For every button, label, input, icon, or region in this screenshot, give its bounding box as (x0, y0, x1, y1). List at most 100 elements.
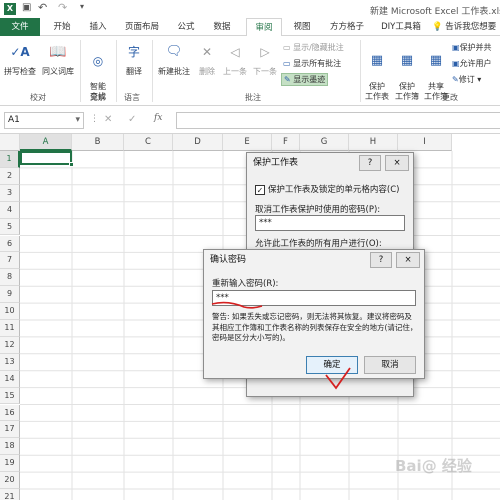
smart-lookup-icon: ◎ (92, 54, 104, 68)
allow-users-button[interactable]: ▣允许用户 (452, 58, 492, 69)
protect-share-label: 保护并共 (459, 43, 492, 52)
name-box-dropdown-icon[interactable]: ▾ (75, 113, 80, 128)
row-header[interactable]: 19 (0, 455, 20, 473)
protect-sheet-button[interactable]: ▦ 保护 工作表 (363, 40, 391, 112)
protect-dialog-help-button[interactable]: ? (359, 155, 381, 171)
title-bar: X ▣ ↶ ↷ ▾ 新建 Microsoft Excel 工作表.xlsx (0, 0, 500, 18)
column-header[interactable]: B (72, 134, 124, 151)
allow-users-label: 允许用户 (459, 59, 492, 68)
row-header[interactable]: 10 (0, 303, 20, 320)
column-header[interactable]: F (272, 134, 300, 151)
tab-page-layout[interactable]: 页面布局 (118, 18, 166, 36)
name-box-value: A1 (8, 115, 20, 125)
protect-workbook-button[interactable]: ▦ 保护 工作簿 (393, 40, 421, 112)
translate-button[interactable]: 字 翻译 (120, 40, 148, 77)
protect-password-label: 取消工作表保护时使用的密码(P): (255, 205, 381, 215)
column-header[interactable]: C (124, 134, 173, 151)
reenter-password-input[interactable]: *** (212, 290, 416, 306)
row-header[interactable]: 11 (0, 320, 20, 337)
ribbon: ✓A 拼写检查 📖 同义词库 校对 ◎ 智能 查找 见解 字 翻译 语言 🗨 新… (0, 36, 500, 106)
thesaurus-button[interactable]: 📖 同义词库 (40, 40, 76, 77)
row-header[interactable]: 20 (0, 472, 20, 489)
allow-users-icon: ▣ (452, 59, 460, 68)
confirm-dialog-help-button[interactable]: ? (370, 252, 392, 268)
column-header[interactable]: A (20, 134, 72, 151)
comments-group-label: 批注 (245, 93, 261, 102)
next-comment-button[interactable]: ▷ 下一条 (251, 40, 279, 77)
lightbulb-icon: 💡 (432, 22, 443, 32)
spell-check-button[interactable]: ✓A 拼写检查 (2, 40, 38, 77)
show-all-comments-button[interactable]: ▭ 显示所有批注 (283, 58, 341, 69)
tab-view[interactable]: 视图 (286, 18, 318, 36)
tab-review[interactable]: 审阅 (246, 18, 282, 36)
protect-sheet-checkbox[interactable]: ✓ (255, 184, 265, 195)
tab-data[interactable]: 数据 (206, 18, 238, 36)
delete-comment-button[interactable]: ✕ 删除 (195, 40, 219, 77)
show-hide-comment-button[interactable]: ▭ 显示/隐藏批注 (283, 42, 344, 53)
fill-handle[interactable] (69, 162, 74, 167)
formula-input[interactable] (176, 112, 500, 129)
delete-comment-icon: ✕ (201, 45, 213, 59)
undo-icon[interactable]: ↶ (38, 1, 47, 14)
column-header[interactable]: E (223, 134, 272, 151)
save-icon[interactable]: ▣ (22, 2, 31, 13)
previous-comment-label: 上一条 (223, 67, 247, 76)
column-header[interactable]: G (300, 134, 349, 151)
row-header[interactable]: 14 (0, 370, 20, 388)
row-header[interactable]: 16 (0, 404, 20, 422)
name-box[interactable]: A1 ▾ (4, 112, 84, 129)
confirm-entry-icon[interactable]: ✓ (128, 114, 136, 125)
row-header[interactable]: 17 (0, 421, 20, 439)
protect-dialog-close-button[interactable]: × (385, 155, 409, 171)
confirm-dialog-close-button[interactable]: × (396, 252, 420, 268)
tab-home[interactable]: 开始 (46, 18, 78, 36)
column-header[interactable]: H (349, 134, 398, 151)
row-header[interactable]: 5 (0, 218, 20, 236)
select-all-corner[interactable] (0, 134, 20, 151)
ribbon-separator (116, 40, 117, 102)
row-header[interactable]: 1 (0, 151, 20, 168)
new-comment-button[interactable]: 🗨 新建批注 (155, 40, 193, 77)
insert-function-icon[interactable]: fx (154, 113, 162, 123)
protect-sheet-checkbox-row[interactable]: ✓ 保护工作表及锁定的单元格内容(C) (255, 183, 399, 195)
row-header[interactable]: 9 (0, 286, 20, 304)
row-header[interactable]: 6 (0, 235, 20, 253)
tab-fangfang[interactable]: 方方格子 (324, 18, 370, 36)
row-header[interactable]: 8 (0, 269, 20, 287)
show-hide-comment-icon: ▭ (283, 43, 291, 52)
track-changes-icon: ✎ (452, 75, 459, 84)
row-header[interactable]: 15 (0, 387, 20, 405)
tab-file[interactable]: 文件 (0, 18, 40, 36)
row-header[interactable]: 3 (0, 184, 20, 202)
column-header[interactable]: I (398, 134, 452, 151)
row-header[interactable]: 2 (0, 167, 20, 185)
row-header[interactable]: 4 (0, 201, 20, 219)
cancel-entry-icon[interactable]: ✕ (104, 114, 112, 125)
reenter-password-label: 重新输入密码(R): (212, 279, 279, 289)
cancel-button[interactable]: 取消 (364, 356, 416, 374)
delete-comment-label: 删除 (199, 67, 215, 76)
protect-workbook-label: 保护 工作簿 (395, 82, 419, 101)
row-header[interactable]: 12 (0, 336, 20, 354)
show-ink-button[interactable]: ✎ 显示墨迹 (281, 73, 329, 86)
protect-password-input[interactable]: *** (255, 215, 405, 231)
row-header[interactable]: 7 (0, 252, 20, 270)
row-header[interactable]: 18 (0, 438, 20, 456)
tell-me-box[interactable]: 💡 告诉我您想要 (432, 18, 500, 36)
ok-button[interactable]: 确定 (306, 356, 358, 374)
active-cell-a1[interactable] (20, 151, 72, 165)
redo-icon[interactable]: ↷ (58, 1, 67, 14)
previous-comment-button[interactable]: ◁ 上一条 (221, 40, 249, 77)
insights-group-label: 见解 (90, 93, 106, 102)
track-changes-button[interactable]: ✎修订 ▾ (452, 74, 481, 85)
tab-insert[interactable]: 插入 (82, 18, 114, 36)
tab-formulas[interactable]: 公式 (170, 18, 202, 36)
quick-access-dropdown-icon[interactable]: ▾ (80, 2, 84, 11)
row-header[interactable]: 13 (0, 353, 20, 371)
tab-diy-toolbox[interactable]: DIY工具箱 (376, 18, 426, 36)
spell-check-icon: ✓A (10, 45, 30, 59)
row-header[interactable]: 21 (0, 489, 20, 500)
protect-and-share-button[interactable]: ▣保护并共 (452, 42, 492, 53)
ribbon-tabs: 文件 开始 插入 页面布局 公式 数据 审阅 视图 方方格子 DIY工具箱 💡 … (0, 18, 500, 36)
column-header[interactable]: D (173, 134, 223, 151)
